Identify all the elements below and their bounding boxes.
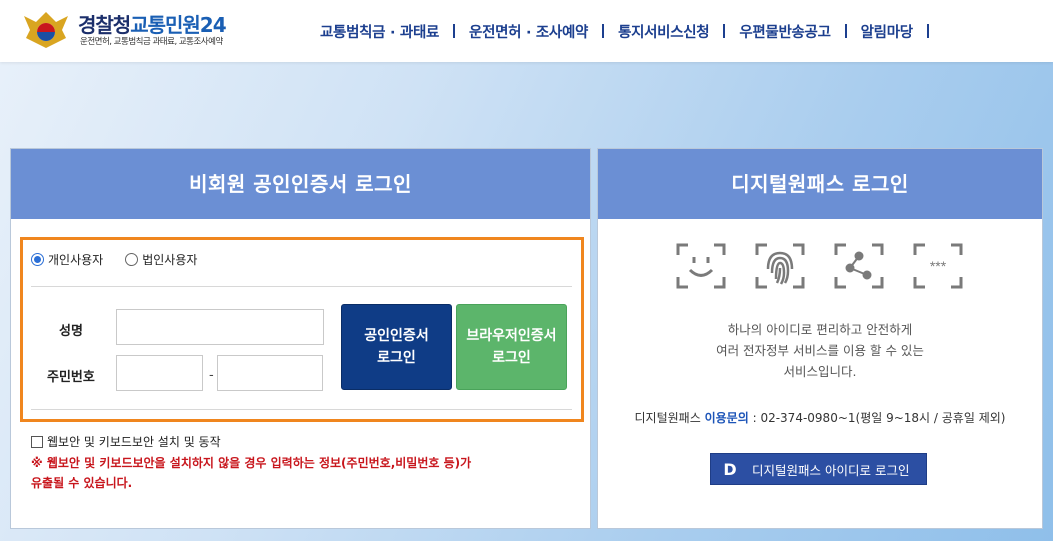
main-nav: 교통범칙금 · 과태료 운전면허 · 조사예약 통지서비스신청 우편물반송공고 … <box>306 20 929 42</box>
certificate-login-button[interactable]: 공인인증서로그인 <box>341 304 452 390</box>
pin-icon: *** <box>913 243 963 289</box>
svg-text:***: *** <box>930 258 947 274</box>
security-checkbox-label[interactable]: 웹보안 및 키보드보안 설치 및 동작 <box>47 433 221 450</box>
form-divider-top <box>31 286 572 287</box>
pattern-icon <box>834 243 884 289</box>
browser-button-line1: 브라우저인증서 <box>466 328 557 344</box>
rrn-back-input[interactable] <box>217 355 323 391</box>
browser-certificate-login-button[interactable]: 브라우저인증서로그인 <box>456 304 567 390</box>
site-header: 경찰청교통민원24 운전면허, 교통범칙금 과태료, 교통조사예약 교통범칙금 … <box>0 0 1053 62</box>
fingerprint-icon <box>755 243 805 289</box>
onepass-logo-icon: D <box>723 459 737 479</box>
desc-line-2: 여러 전자정부 서비스를 이용 할 수 있는 <box>716 343 924 358</box>
desc-line-3: 서비스입니다. <box>783 364 857 379</box>
onepass-login-label: 디지털원패스 아이디로 로그인 <box>752 462 910 478</box>
onepass-description: 하나의 아이디로 편리하고 안전하게 여러 전자정부 서비스를 이용 할 수 있… <box>598 319 1042 382</box>
security-checkbox[interactable] <box>31 435 43 448</box>
nav-item-notification[interactable]: 통지서비스신청 <box>604 21 723 42</box>
logo-title: 경찰청교통민원24 <box>78 13 227 37</box>
site-logo[interactable]: 경찰청교통민원24 운전면허, 교통범칙금 과태료, 교통조사예약 <box>22 8 262 50</box>
contact-rest: : 02-374-0980~1(평일 9~18시 / 공휴일 제외) <box>752 411 1006 425</box>
browser-button-line2: 로그인 <box>492 350 531 366</box>
security-option: 웹보안 및 키보드보안 설치 및 동작 <box>31 433 221 450</box>
cert-button-line1: 공인인증서 <box>364 328 429 344</box>
user-type-group: 개인사용자 법인사용자 <box>31 251 219 268</box>
radio-corporate[interactable] <box>125 253 139 266</box>
login-form-box: 개인사용자 법인사용자 성명 주민번호 - 공인인증서로그인 브라우저인증서로그… <box>20 237 584 422</box>
auth-method-icons: *** <box>676 243 992 289</box>
radio-individual[interactable] <box>31 253 44 266</box>
warning-line-2: 유출될 수 있습니다. <box>31 476 133 490</box>
police-emblem-icon <box>24 12 68 48</box>
contact-highlight: 이용문의 <box>704 411 749 425</box>
logo-subtitle: 운전면허, 교통범칙금 과태료, 교통조사예약 <box>80 37 223 47</box>
onepass-contact: 디지털원패스 이용문의 : 02-374-0980~1(평일 9~18시 / 공… <box>598 409 1042 426</box>
rrn-label: 주민번호 <box>47 370 95 385</box>
form-divider-bottom <box>31 409 572 410</box>
radio-individual-label[interactable]: 개인사용자 <box>48 251 103 268</box>
name-label: 성명 <box>59 324 83 339</box>
digital-onepass-panel: 디지털원패스 로그인 *** 하나의 아이디로 편리하고 안전하게 여러 전자정… <box>597 148 1043 529</box>
warning-line-1: ※ 웹보안 및 키보드보안을 설치하지 않을 경우 입력하는 정보(주민번호,비… <box>31 456 472 470</box>
desc-line-1: 하나의 아이디로 편리하고 안전하게 <box>727 322 913 337</box>
nav-separator <box>926 24 929 38</box>
onepass-login-button[interactable]: D 디지털원패스 아이디로 로그인 <box>710 453 927 485</box>
security-warning: ※ 웹보안 및 키보드보안을 설치하지 않을 경우 입력하는 정보(주민번호,비… <box>31 453 571 493</box>
nav-item-returned-mail[interactable]: 우편물반송공고 <box>725 21 844 42</box>
nav-item-notice[interactable]: 알림마당 <box>847 21 927 42</box>
nav-item-license[interactable]: 운전면허 · 조사예약 <box>455 21 602 42</box>
certificate-login-title: 비회원 공인인증서 로그인 <box>11 149 590 219</box>
rrn-front-input[interactable] <box>116 355 203 391</box>
radio-corporate-label[interactable]: 법인사용자 <box>142 251 197 268</box>
nav-item-fines[interactable]: 교통범칙금 · 과태료 <box>306 21 453 42</box>
face-recognition-icon <box>676 243 726 289</box>
name-input[interactable] <box>116 309 324 345</box>
cert-button-line2: 로그인 <box>377 350 416 366</box>
certificate-login-panel: 비회원 공인인증서 로그인 개인사용자 법인사용자 성명 주민번호 - 공인인증… <box>10 148 591 529</box>
contact-prefix: 디지털원패스 <box>634 411 701 425</box>
rrn-separator: - <box>209 368 214 383</box>
digital-onepass-title: 디지털원패스 로그인 <box>598 149 1042 219</box>
